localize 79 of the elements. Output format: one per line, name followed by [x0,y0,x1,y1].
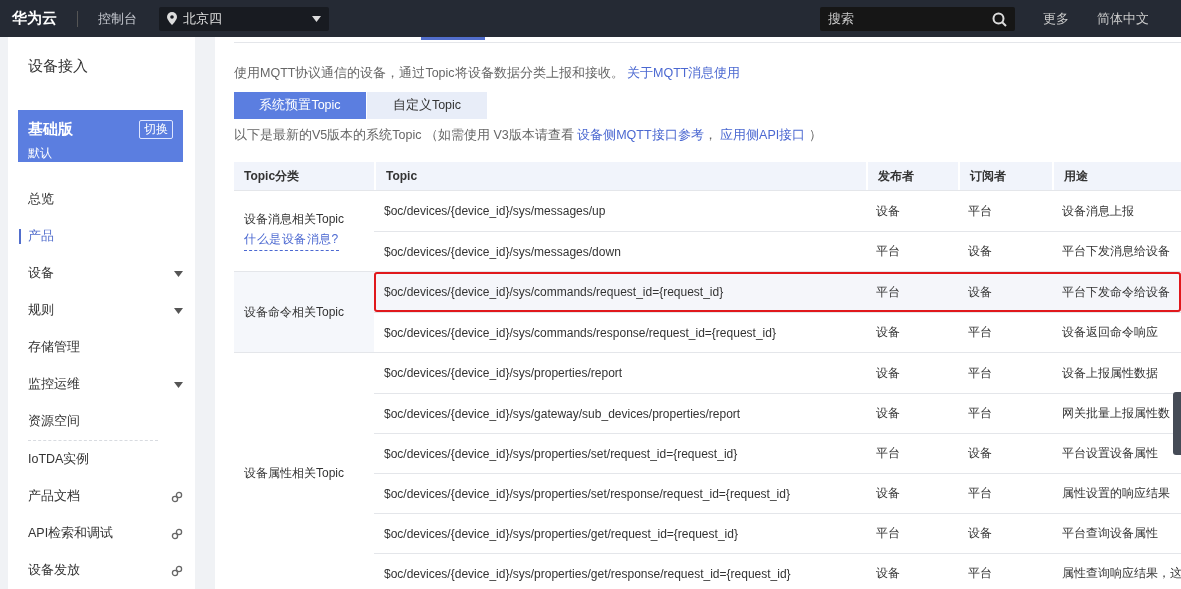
table-cell-text: 平台查询设备属性 [1061,525,1159,542]
table-cell-text: 设备 [875,364,901,382]
table-cell-text: 设备 [967,243,993,260]
sidebar-item[interactable]: 产品 [8,218,195,255]
console-link[interactable]: 控制台 [98,9,137,28]
table-cell-text: 设备返回命令响应 [1061,324,1159,341]
column-header: Topic分类 [243,167,301,185]
edition-name: 基础版 [28,120,73,137]
column-header: 订阅者 [958,162,1052,190]
tab[interactable]: 自定义Topic [367,92,487,119]
switch-button[interactable]: 切换 [139,120,173,139]
table-cell-text: 设备 [967,283,993,301]
table-cell-text: 网关批量上报属性数 [1061,405,1171,422]
sidebar-item[interactable]: 产品文档 [8,478,195,515]
table-cell-text: 属性查询响应结果，这 [1061,565,1181,582]
region-dropdown[interactable]: 北京四 [159,6,329,31]
topic-cell-text: $oc/devices/{device_id}/sys/properties/report [383,366,624,380]
table-cell-text: 属性设置的响应结果 [1061,485,1171,502]
table-cell-text: 平台 [967,405,993,422]
table-cell-text: 平台 [967,485,993,502]
table-cell-text: 设备 [875,202,901,220]
column-header: 用途 [1052,162,1181,190]
category-label: 设备命令相关Topic [244,303,345,321]
nav-link[interactable]: 更多 [1043,9,1069,28]
sidebar-item[interactable]: 设备 [8,255,195,292]
topic-cell-text: $oc/devices/{device_id}/sys/commands/response/request_id={request_id} [383,325,777,340]
table-cell-text: 设备上报属性数据 [1061,364,1159,382]
sidebar-item[interactable]: API检索和调试 [8,515,195,552]
table-cell-text: 设备 [875,565,901,582]
edition-label: 默认 [28,145,53,162]
tab[interactable]: 系统预置Topic [234,92,366,119]
logo-text[interactable]: 华为云 [12,9,57,28]
column-header: 发布者 [866,162,958,190]
table-cell-text: 设备消息上报 [1061,202,1135,220]
help-link[interactable]: 什么是设备消息? [244,231,339,251]
table-cell-text: 平台 [875,243,901,260]
table-cell-text: 平台 [967,364,993,382]
nav-link[interactable]: 简体中文 [1097,9,1149,28]
help-link[interactable]: 关于MQTT消息使用 [627,66,741,80]
sidebar-item[interactable]: 资源空间 [8,403,195,440]
table-cell-text: 平台设置设备属性 [1061,445,1159,462]
doc-link[interactable]: 应用侧API接口 [720,128,806,142]
caret-down-icon [312,15,321,22]
sidebar-item[interactable]: 监控运维 [8,366,195,403]
table-cell-text: 平台 [875,445,901,462]
topic-cell-text: $oc/devices/{device_id}/sys/properties/get/request_id={request_id} [383,526,739,541]
topic-cell-text: $oc/devices/{device_id}/sys/messages/up [383,204,607,218]
topic-cell-text: $oc/devices/{device_id}/sys/properties/set/response/request_id={request_id} [383,486,791,501]
sidebar-title: 设备接入 [28,57,89,76]
intro-text: 使用MQTT协议通信的设备，通过Topic将设备数据分类上报和接收。 关于MQTT消息使用 [234,65,742,81]
doc-link[interactable]: 设备侧MQTT接口参考 [577,128,704,142]
table-cell-text: 设备 [875,485,901,502]
table-cell-text: 平台下发消息给设备 [1061,243,1171,260]
sidebar-item[interactable]: 总览 [8,181,195,218]
sidebar-item[interactable]: 存储管理 [8,329,195,366]
column-header: Topic [374,162,866,190]
category-label: 设备属性相关Topic [244,464,345,482]
table-cell-text: 设备 [967,525,993,542]
table-cell-text: 平台 [967,202,993,220]
table-cell-text: 平台 [875,525,901,542]
tab-indicator [421,37,485,40]
table-cell-text: 设备 [967,445,993,462]
topic-cell-text: $oc/devices/{device_id}/sys/properties/get/response/request_id={request_id} [383,566,792,581]
topic-cell-text: $oc/devices/{device_id}/sys/commands/request_id={request_id} [383,285,725,299]
table-cell-text: 平台 [967,565,993,582]
sidebar-item[interactable]: IoTDA实例 [8,441,195,478]
table-cell-text: 平台 [967,324,993,341]
table-cell-text: 平台 [875,283,901,301]
table-cell-text: 设备 [875,405,901,422]
location-pin-icon [167,12,177,25]
note-text: 以下是最新的V5版本的系统Topic （如需使用 V3版本请查看 设备侧MQTT接口参考， 应用侧API接口 ） [234,127,823,143]
table-cell-text: 设备 [875,324,901,341]
sidebar-item[interactable]: 规则 [8,292,195,329]
topic-cell-text: $oc/devices/{device_id}/sys/properties/set/request_id={request_id} [383,446,739,461]
sidebar-item[interactable]: 设备发放 [8,552,195,589]
topic-cell-text: $oc/devices/{device_id}/sys/messages/down [383,244,622,259]
category-label: 设备消息相关Topic [244,211,345,228]
topic-cell-text: $oc/devices/{device_id}/sys/gateway/sub_devices/properties/report [383,406,742,421]
table-cell-text: 平台下发命令给设备 [1061,283,1171,301]
